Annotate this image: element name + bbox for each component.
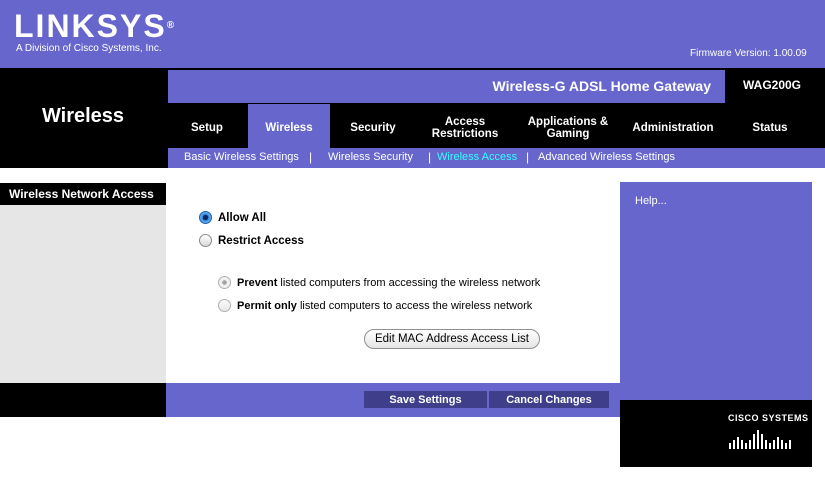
permit-only-radio[interactable]	[218, 299, 231, 312]
page-title: Wireless	[41, 105, 125, 127]
allow-all-radio[interactable]	[199, 211, 212, 224]
tab-setup[interactable]: Setup	[168, 108, 246, 148]
prevent-label: Prevent listed computers from accessing …	[237, 277, 541, 289]
cisco-bridge-icon	[729, 430, 791, 449]
tab-wireless[interactable]: Wireless	[248, 104, 330, 148]
cancel-changes-button[interactable]: Cancel Changes	[489, 391, 609, 408]
tab-applications-gaming[interactable]: Applications & Gaming	[516, 108, 620, 148]
subnav-wireless-access[interactable]: Wireless Access	[437, 151, 517, 163]
subnav-wireless-security[interactable]: Wireless Security	[328, 151, 413, 163]
restrict-access-radio[interactable]	[199, 234, 212, 247]
tab-status[interactable]: Status	[728, 108, 812, 148]
brand-subtitle: A Division of Cisco Systems, Inc.	[16, 43, 162, 54]
prevent-radio[interactable]	[218, 276, 231, 289]
restrict-access-label[interactable]: Restrict Access	[218, 235, 304, 247]
tab-access-restrictions[interactable]: Access Restrictions	[416, 108, 514, 148]
subnav-separator: |	[526, 150, 530, 164]
edit-mac-access-list-button[interactable]: Edit MAC Address Access List	[364, 329, 540, 349]
firmware-version: Firmware Version: 1.00.09	[690, 48, 807, 59]
tab-administration[interactable]: Administration	[620, 108, 726, 148]
allow-all-label[interactable]: Allow All	[218, 212, 266, 224]
subnav-advanced-wireless-settings[interactable]: Advanced Wireless Settings	[538, 151, 675, 163]
tab-security[interactable]: Security	[332, 108, 414, 148]
model-number: WAG200G	[742, 78, 802, 92]
permit-only-label: Permit only listed computers to access t…	[237, 300, 533, 312]
help-panel	[620, 182, 812, 432]
sidebar-panel	[0, 205, 166, 383]
sidebar-footer	[0, 383, 166, 417]
linksys-logo: LINKSYS®	[14, 8, 175, 44]
subnav-separator: |	[428, 150, 432, 164]
product-name: Wireless-G ADSL Home Gateway	[492, 78, 711, 94]
subnav-basic-wireless-settings[interactable]: Basic Wireless Settings	[184, 151, 299, 163]
subnav-separator: |	[309, 150, 313, 164]
help-link[interactable]: Help...	[635, 195, 667, 207]
save-settings-button[interactable]: Save Settings	[364, 391, 487, 408]
sidebar-section-label: Wireless Network Access	[9, 187, 154, 201]
cisco-systems-logo: CISCO SYSTEMS	[728, 413, 809, 423]
